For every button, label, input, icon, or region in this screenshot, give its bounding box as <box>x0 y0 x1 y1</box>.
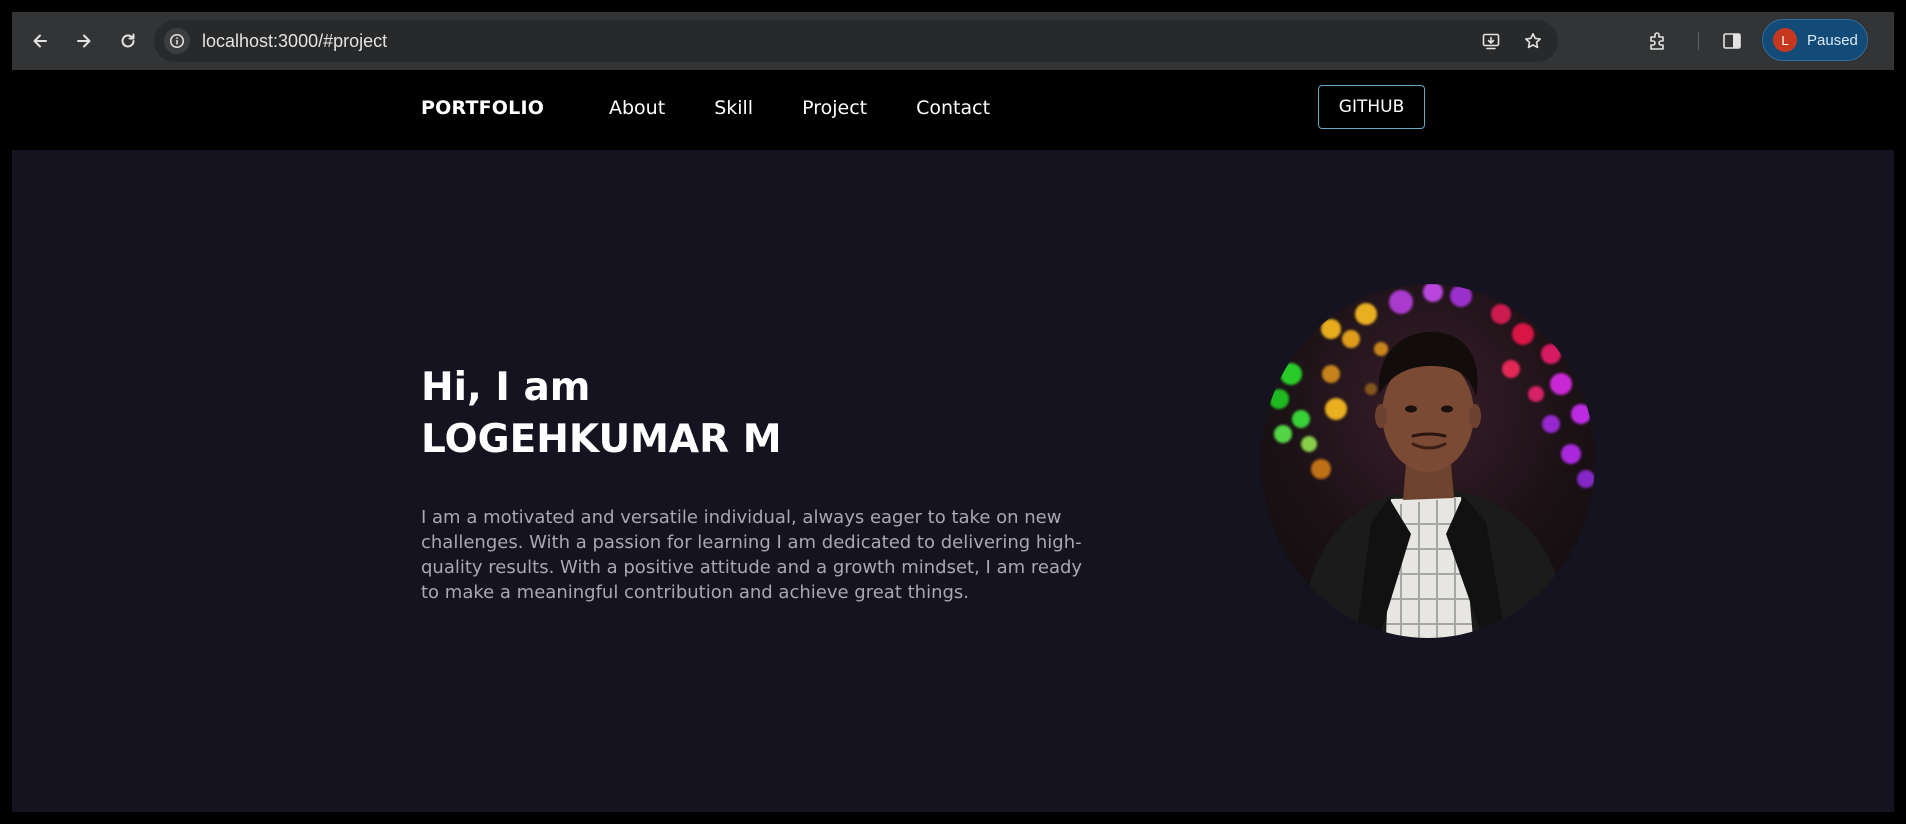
forward-button[interactable] <box>64 21 104 61</box>
nav-link-about[interactable]: About <box>609 97 665 119</box>
brand-logo[interactable]: PORTFOLIO <box>421 97 544 119</box>
nav-link-contact[interactable]: Contact <box>916 97 990 119</box>
browser-toolbar: localhost:3000/#project L Paused <box>12 12 1894 70</box>
omnibox-actions <box>1476 20 1548 62</box>
profile-button[interactable]: L Paused <box>1762 19 1868 61</box>
url-text[interactable]: localhost:3000/#project <box>202 31 387 52</box>
nav-link-project[interactable]: Project <box>802 97 867 119</box>
profile-photo <box>1261 284 1595 638</box>
profile-status: Paused <box>1807 31 1858 49</box>
browser-window: localhost:3000/#project L Paused PORTFOL… <box>12 12 1894 812</box>
hero-bio: I am a motivated and versatile individua… <box>421 507 1083 603</box>
side-panel-icon[interactable] <box>1717 26 1747 56</box>
address-bar[interactable]: localhost:3000/#project <box>154 20 1558 62</box>
site-info-icon[interactable] <box>164 28 190 54</box>
extensions-icon[interactable] <box>1643 26 1673 56</box>
github-button[interactable]: GITHUB <box>1318 85 1425 129</box>
nav-link-skill[interactable]: Skill <box>714 97 753 119</box>
back-button[interactable] <box>20 21 60 61</box>
hero-section: Hi, I am LOGEHKUMAR M I am a motivated a… <box>12 150 1894 812</box>
hero-name: LOGEHKUMAR M <box>421 417 782 462</box>
reload-icon <box>121 33 135 48</box>
install-app-icon[interactable] <box>1476 26 1506 56</box>
arrow-right-icon <box>77 34 91 48</box>
avatar: L <box>1773 28 1797 52</box>
toolbar-divider <box>1698 32 1699 50</box>
site-navbar: PORTFOLIO About Skill Project Contact GI… <box>12 70 1894 150</box>
bookmark-star-icon[interactable] <box>1518 26 1548 56</box>
nav-links: About Skill Project Contact <box>609 97 990 119</box>
hero-greeting: Hi, I am <box>421 365 591 410</box>
reload-button[interactable] <box>108 21 148 61</box>
arrow-left-icon <box>33 34 47 48</box>
